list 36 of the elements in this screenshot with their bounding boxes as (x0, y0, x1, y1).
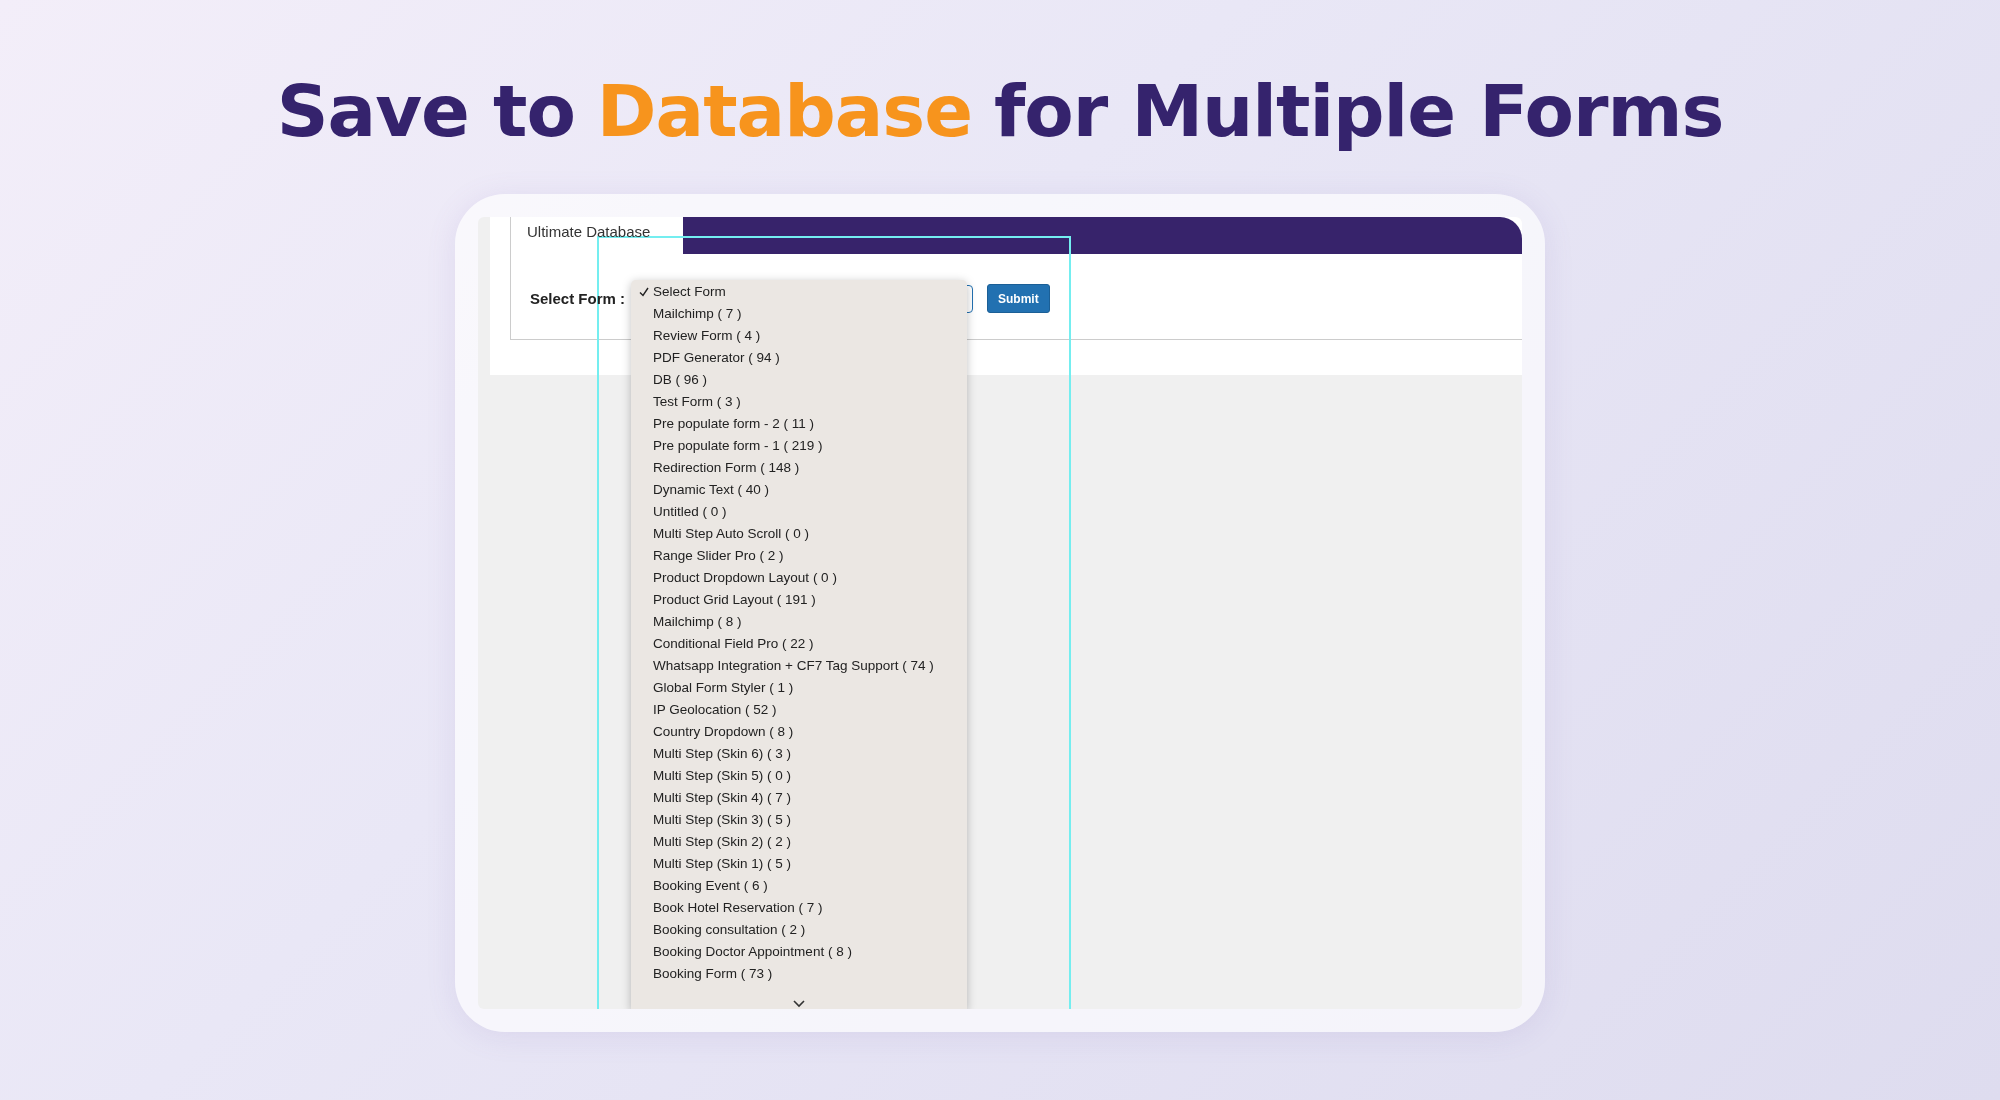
dropdown-option[interactable]: PDF Generator ( 94 ) (631, 346, 968, 369)
dropdown-option[interactable]: Redirection Form ( 148 ) (631, 456, 968, 479)
dropdown-option[interactable]: Booking Form ( 73 ) (631, 962, 968, 985)
dropdown-option[interactable]: IP Geolocation ( 52 ) (631, 698, 968, 721)
chevron-down-icon[interactable] (793, 999, 806, 1008)
dropdown-option[interactable]: Dynamic Text ( 40 ) (631, 478, 968, 501)
dropdown-option[interactable]: Booking Event ( 6 ) (631, 874, 968, 897)
dropdown-option[interactable]: Product Grid Layout ( 191 ) (631, 588, 968, 611)
dropdown-option[interactable]: Conditional Field Pro ( 22 ) (631, 632, 968, 655)
dropdown-option[interactable]: Multi Step (Skin 3) ( 5 ) (631, 808, 968, 831)
dropdown-option[interactable]: Global Form Styler ( 1 ) (631, 676, 968, 699)
dropdown-option[interactable]: Multi Step Auto Scroll ( 0 ) (631, 522, 968, 545)
dropdown-option[interactable]: Untitled ( 0 ) (631, 500, 968, 523)
dropdown-option[interactable]: DB ( 96 ) (631, 368, 968, 391)
dropdown-option[interactable]: Multi Step (Skin 2) ( 2 ) (631, 830, 968, 853)
dropdown-option[interactable]: Select Form (631, 280, 968, 303)
dropdown-option[interactable]: Mailchimp ( 8 ) (631, 610, 968, 633)
dropdown-option[interactable]: Booking consultation ( 2 ) (631, 918, 968, 941)
dropdown-option[interactable]: Multi Step (Skin 1) ( 5 ) (631, 852, 968, 875)
dropdown-option[interactable]: Pre populate form - 1 ( 219 ) (631, 434, 968, 457)
submit-button[interactable]: Submit (987, 284, 1050, 313)
dropdown-option[interactable]: Multi Step (Skin 6) ( 3 ) (631, 742, 968, 765)
dropdown-option[interactable]: Test Form ( 3 ) (631, 390, 968, 413)
dropdown-option[interactable]: Book Hotel Reservation ( 7 ) (631, 896, 968, 919)
dropdown-option[interactable]: Multi Step (Skin 5) ( 0 ) (631, 764, 968, 787)
headline: Save to Database for Multiple Forms (276, 68, 1724, 154)
dropdown-option[interactable]: Multi Step (Skin 4) ( 7 ) (631, 786, 968, 809)
dropdown-option[interactable]: Whatsapp Integration + CF7 Tag Support ( 74 ) (631, 654, 968, 677)
page-tab[interactable]: Ultimate Database (511, 217, 683, 254)
dropdown-option[interactable]: Range Slider Pro ( 2 ) (631, 544, 968, 567)
dropdown-option[interactable]: Country Dropdown ( 8 ) (631, 720, 968, 743)
dropdown-option[interactable]: Review Form ( 4 ) (631, 324, 968, 347)
dropdown-option[interactable]: Pre populate form - 2 ( 11 ) (631, 412, 968, 435)
dropdown-option[interactable]: Mailchimp ( 7 ) (631, 302, 968, 325)
dropdown-option[interactable]: Booking Doctor Appointment ( 8 ) (631, 940, 968, 963)
dropdown-option[interactable]: Product Dropdown Layout ( 0 ) (631, 566, 968, 589)
